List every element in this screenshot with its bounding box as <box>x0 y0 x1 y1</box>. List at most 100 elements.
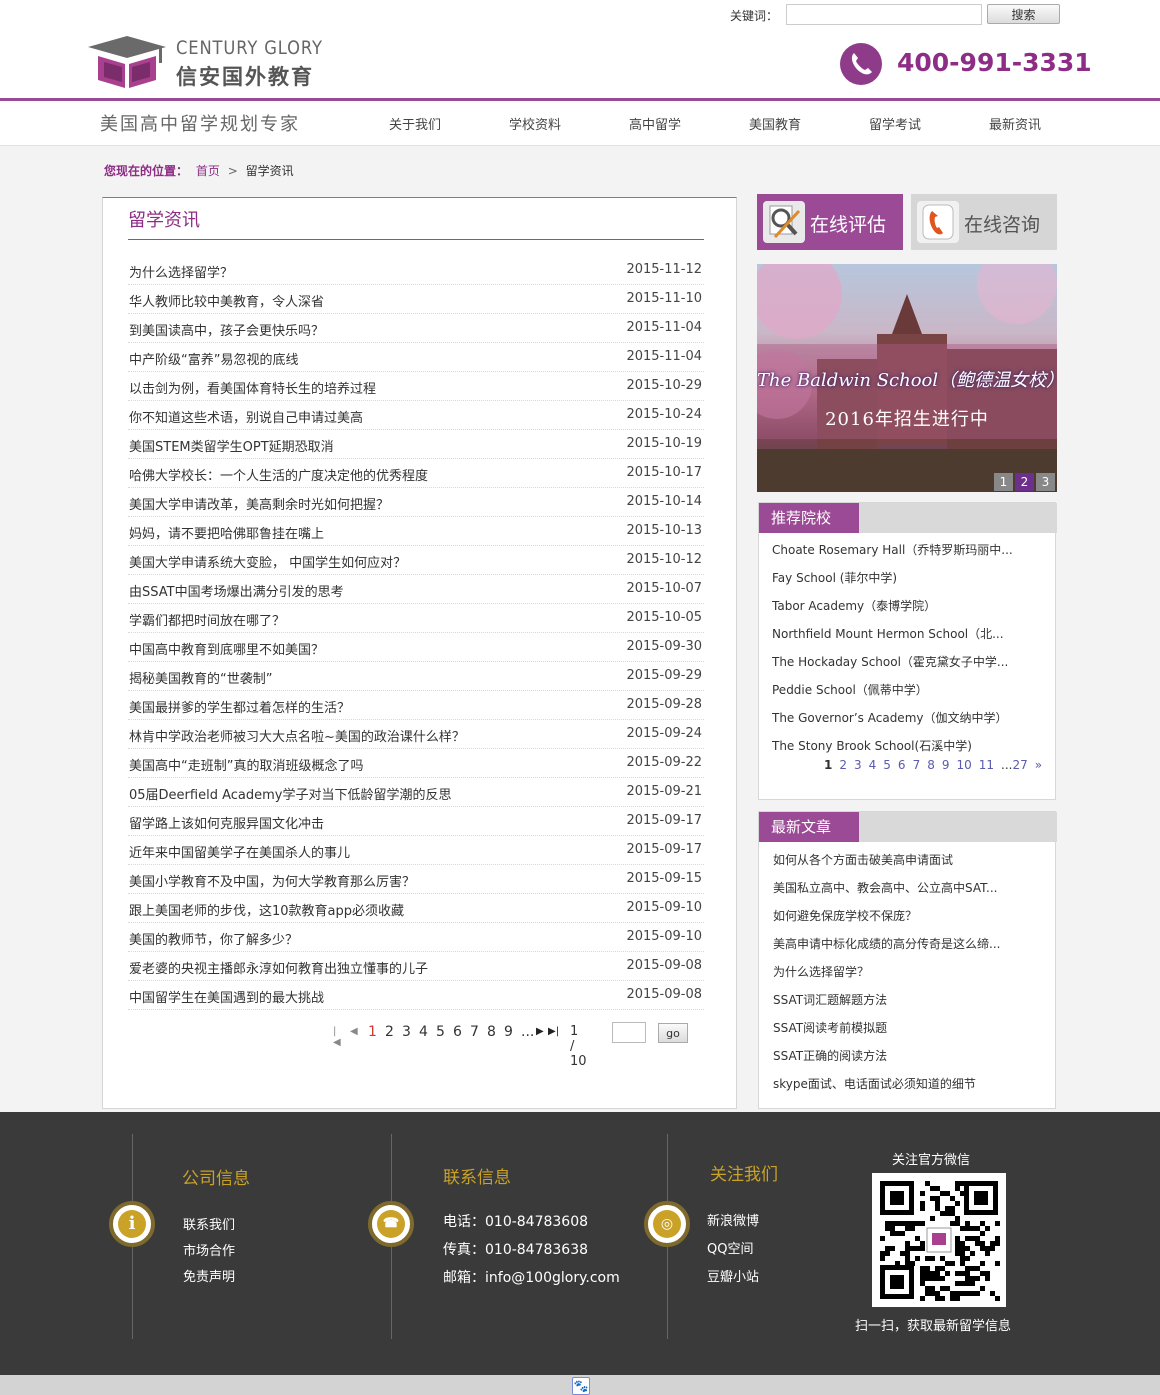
school-page-link[interactable]: 2 <box>839 758 847 772</box>
news-title-link[interactable]: 华人教师比较中美教育，令人深省 <box>129 291 324 310</box>
news-row[interactable]: 由SSAT中国考场爆出满分引发的思考 2015-10-07 <box>128 575 704 604</box>
article-link[interactable]: 美国私立高中、教会高中、公立高中SAT... <box>773 879 1053 907</box>
school-page-link[interactable]: 11 <box>979 758 994 772</box>
school-link[interactable]: Fay School (菲尔中学) <box>772 569 1052 597</box>
school-link[interactable]: The Hockaday School（霍克黛女子中学... <box>772 653 1052 681</box>
news-row[interactable]: 林肯中学政治老师被习大大点名啦~美国的政治课什么样？ 2015-09-24 <box>128 720 704 749</box>
news-row[interactable]: 跟上美国老师的步伐，这10款教育app必须收藏 2015-09-10 <box>128 894 704 923</box>
news-title-link[interactable]: 由SSAT中国考场爆出满分引发的思考 <box>129 581 344 600</box>
news-row[interactable]: 美国的教师节，你了解多少？ 2015-09-10 <box>128 923 704 952</box>
page-jump-input[interactable] <box>612 1022 646 1043</box>
school-page-link[interactable]: 3 <box>854 758 862 772</box>
footer-link-disclaimer[interactable]: 免责声明 <box>183 1266 235 1285</box>
banner-dot[interactable]: 3 <box>1036 473 1055 491</box>
banner-dot[interactable]: 1 <box>994 473 1013 491</box>
news-row[interactable]: 中国留学生在美国遇到的最大挑战 2015-09-08 <box>128 981 704 1010</box>
news-row[interactable]: 留学路上该如何克服异国文化冲击 2015-09-17 <box>128 807 704 836</box>
breadcrumb-home-link[interactable]: 首页 <box>196 164 220 178</box>
news-row[interactable]: 华人教师比较中美教育，令人深省 2015-11-10 <box>128 285 704 314</box>
page-number-link[interactable]: 9 <box>504 1024 513 1040</box>
page-number-link[interactable]: 7 <box>470 1024 479 1040</box>
online-consult-button[interactable]: 在线咨询 <box>911 194 1057 250</box>
article-link[interactable]: 如何避免保庞学校不保庞？ <box>773 907 1053 935</box>
search-button[interactable]: 搜索 <box>987 4 1060 24</box>
news-title-link[interactable]: 林肯中学政治老师被习大大点名啦~美国的政治课什么样？ <box>129 726 465 745</box>
footer-link-weibo[interactable]: 新浪微博 <box>707 1210 759 1229</box>
article-link[interactable]: 如何从各个方面击破美高申请面试 <box>773 851 1053 879</box>
baidu-paw-icon[interactable]: 🐾 <box>572 1377 590 1395</box>
news-row[interactable]: 中产阶级“富养”易忽视的底线 2015-11-04 <box>128 343 704 372</box>
news-title-link[interactable]: 美国最拼爹的学生都过着怎样的生活？ <box>129 697 350 716</box>
page-number-link[interactable]: 4 <box>419 1024 428 1040</box>
news-title-link[interactable]: 中国留学生在美国遇到的最大挑战 <box>129 987 324 1006</box>
news-title-link[interactable]: 留学路上该如何克服异国文化冲击 <box>129 813 324 832</box>
next-page-icon[interactable]: ▶ <box>536 1026 544 1037</box>
footer-link-contact[interactable]: 联系我们 <box>183 1214 235 1233</box>
nav-item-high-school[interactable]: 高中留学 <box>629 114 681 133</box>
news-title-link[interactable]: 爱老婆的央视主播郎永淳如何教育出独立懂事的儿子 <box>129 958 428 977</box>
news-title-link[interactable]: 中国高中教育到底哪里不如美国？ <box>129 639 324 658</box>
news-row[interactable]: 学霸们都把时间放在哪了？ 2015-10-05 <box>128 604 704 633</box>
first-page-icon[interactable]: |◀ <box>333 1026 341 1048</box>
news-row[interactable]: 爱老婆的央视主播郎永淳如何教育出独立懂事的儿子 2015-09-08 <box>128 952 704 981</box>
news-row[interactable]: 以击剑为例，看美国体育特长生的培养过程 2015-10-29 <box>128 372 704 401</box>
news-title-link[interactable]: 以击剑为例，看美国体育特长生的培养过程 <box>129 378 376 397</box>
school-page-link[interactable]: 1 <box>824 758 832 772</box>
school-link[interactable]: Peddie School（佩蒂中学） <box>772 681 1052 709</box>
news-title-link[interactable]: 美国的教师节，你了解多少？ <box>129 929 298 948</box>
news-row[interactable]: 你不知道这些术语，别说自己申请过美高 2015-10-24 <box>128 401 704 430</box>
school-page-link[interactable]: 6 <box>898 758 906 772</box>
news-title-link[interactable]: 05届Deerfield Academy学子对当下低龄留学潮的反思 <box>129 784 451 803</box>
news-row[interactable]: 05届Deerfield Academy学子对当下低龄留学潮的反思 2015-09… <box>128 778 704 807</box>
school-page-link[interactable]: » <box>1035 758 1042 772</box>
news-row[interactable]: 美国最拼爹的学生都过着怎样的生活？ 2015-09-28 <box>128 691 704 720</box>
school-page-link[interactable]: 27 <box>1013 758 1028 772</box>
article-link[interactable]: SSAT正确的阅读方法 <box>773 1047 1053 1075</box>
nav-item-news[interactable]: 最新资讯 <box>989 114 1041 133</box>
school-banner[interactable]: The Baldwin School（鲍德温女校） 2016年招生进行中 123 <box>757 264 1057 492</box>
news-row[interactable]: 美国高中“走班制”真的取消班级概念了吗 2015-09-22 <box>128 749 704 778</box>
search-input[interactable] <box>786 4 982 25</box>
news-row[interactable]: 揭秘美国教育的“世袭制” 2015-09-29 <box>128 662 704 691</box>
news-row[interactable]: 美国STEM类留学生OPT延期恐取消 2015-10-19 <box>128 430 704 459</box>
school-page-link[interactable]: 8 <box>927 758 935 772</box>
school-link[interactable]: Choate Rosemary Hall（乔特罗斯玛丽中... <box>772 541 1052 569</box>
school-link[interactable]: Tabor Academy（泰博学院） <box>772 597 1052 625</box>
news-title-link[interactable]: 美国STEM类留学生OPT延期恐取消 <box>129 436 334 455</box>
page-number-link[interactable]: 3 <box>402 1024 411 1040</box>
news-title-link[interactable]: 美国高中“走班制”真的取消班级概念了吗 <box>129 755 363 774</box>
school-page-link[interactable]: 10 <box>956 758 971 772</box>
article-link[interactable]: SSAT阅读考前模拟题 <box>773 1019 1053 1047</box>
footer-link-cooperation[interactable]: 市场合作 <box>183 1240 235 1259</box>
nav-item-about[interactable]: 关于我们 <box>389 114 441 133</box>
news-row[interactable]: 美国大学申请改革，美高剩余时光如何把握？ 2015-10-14 <box>128 488 704 517</box>
news-title-link[interactable]: 妈妈，请不要把哈佛耶鲁挂在嘴上 <box>129 523 324 542</box>
news-row[interactable]: 中国高中教育到底哪里不如美国？ 2015-09-30 <box>128 633 704 662</box>
news-row[interactable]: 美国大学申请系统大变脸， 中国学生如何应对？ 2015-10-12 <box>128 546 704 575</box>
article-link[interactable]: 美高申请中标化成绩的高分传奇是这么缔... <box>773 935 1053 963</box>
banner-dot-active[interactable]: 2 <box>1015 473 1034 491</box>
school-page-link[interactable]: 4 <box>869 758 877 772</box>
news-row[interactable]: 哈佛大学校长：一个人生活的广度决定他的优秀程度 2015-10-17 <box>128 459 704 488</box>
news-row[interactable]: 美国小学教育不及中国，为何大学教育那么厉害？ 2015-09-15 <box>128 865 704 894</box>
nav-item-schools[interactable]: 学校资料 <box>509 114 561 133</box>
school-page-link[interactable]: 5 <box>883 758 891 772</box>
page-number-link[interactable]: 6 <box>453 1024 462 1040</box>
news-title-link[interactable]: 中产阶级“富养”易忽视的底线 <box>129 349 298 368</box>
news-title-link[interactable]: 美国大学申请改革，美高剩余时光如何把握？ <box>129 494 389 513</box>
page-number-link[interactable]: 8 <box>487 1024 496 1040</box>
news-title-link[interactable]: 美国小学教育不及中国，为何大学教育那么厉害？ <box>129 871 415 890</box>
article-link[interactable]: SSAT词汇题解题方法 <box>773 991 1053 1019</box>
news-title-link[interactable]: 为什么选择留学？ <box>129 262 233 281</box>
news-title-link[interactable]: 揭秘美国教育的“世袭制” <box>129 668 272 687</box>
prev-page-icon[interactable]: ◀ <box>350 1026 358 1037</box>
nav-item-exams[interactable]: 留学考试 <box>869 114 921 133</box>
footer-link-douban[interactable]: 豆瓣小站 <box>707 1266 759 1285</box>
news-row[interactable]: 妈妈，请不要把哈佛耶鲁挂在嘴上 2015-10-13 <box>128 517 704 546</box>
news-row[interactable]: 到美国读高中，孩子会更快乐吗？ 2015-11-04 <box>128 314 704 343</box>
news-title-link[interactable]: 近年来中国留美学子在美国杀人的事儿 <box>129 842 350 861</box>
go-button[interactable]: go <box>658 1023 688 1043</box>
news-row[interactable]: 为什么选择留学？ 2015-11-12 <box>128 256 704 285</box>
school-page-link[interactable]: 7 <box>913 758 921 772</box>
footer-link-qzone[interactable]: QQ空间 <box>707 1238 753 1257</box>
